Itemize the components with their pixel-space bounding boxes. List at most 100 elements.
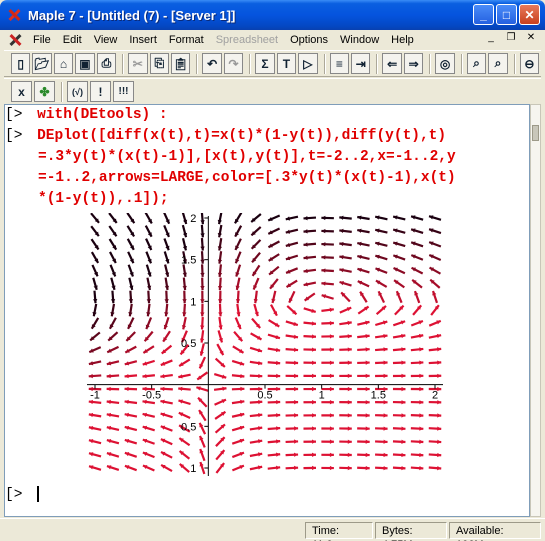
field-arrowhead	[365, 347, 370, 352]
copy-icon[interactable]: ⎘	[149, 53, 169, 74]
worksheet[interactable]: [> with(DEtools) : [> DEplot([diff(x(t),…	[4, 104, 530, 517]
input-line-3[interactable]: [>	[5, 485, 40, 506]
maple-leaf-icon[interactable]: ✤	[34, 81, 55, 102]
menu-edit[interactable]: Edit	[57, 34, 88, 46]
field-arrowhead	[200, 272, 205, 277]
scrollbar-thumb[interactable]	[532, 125, 539, 141]
menu-window[interactable]: Window	[334, 34, 385, 46]
stop-icon[interactable]: ◎	[435, 53, 455, 74]
insert-text-icon[interactable]: T	[276, 53, 297, 74]
field-arrowhead	[437, 360, 442, 365]
cut-icon[interactable]: ✂	[128, 53, 148, 74]
restart-icon[interactable]: ⊖	[519, 53, 540, 74]
paste-icon[interactable]: 📋︎	[170, 53, 191, 74]
menu-options[interactable]: Options	[284, 34, 334, 46]
open-url-icon[interactable]: ⌂	[53, 53, 74, 74]
indent-icon[interactable]: ⇥	[351, 53, 371, 74]
field-arrowhead	[321, 215, 326, 221]
field-arrowhead	[312, 439, 316, 444]
field-arrowhead	[200, 233, 205, 238]
forward-arrow-icon[interactable]: ⇒	[403, 53, 424, 74]
y-tick-label: 2	[190, 213, 196, 225]
redo-icon[interactable]: ↷	[223, 53, 244, 74]
field-arrowhead	[329, 465, 334, 471]
field-arrowhead	[293, 347, 299, 352]
undo-icon[interactable]: ↶	[202, 53, 222, 74]
field-arrowhead	[311, 465, 316, 471]
menu-help[interactable]: Help	[385, 34, 420, 46]
field-arrowhead	[321, 242, 326, 247]
doc-restore-button[interactable]: ❐	[503, 31, 519, 45]
open-folder-icon[interactable]: 📂︎	[32, 53, 52, 74]
input-line-1[interactable]: [> with(DEtools) :	[5, 105, 168, 126]
field-arrowhead	[365, 413, 370, 418]
vertical-scrollbar[interactable]	[530, 104, 541, 517]
field-arrowhead	[321, 228, 326, 234]
field-arrowhead	[294, 400, 299, 405]
field-arrowhead	[365, 334, 370, 339]
field-arrowhead	[401, 373, 406, 379]
window-title: Maple 7 - [Untitled (7) - [Server 1]]	[28, 7, 236, 23]
execute-icon[interactable]: ▷	[298, 53, 318, 74]
x-tick-label: -1	[90, 390, 100, 402]
menu-file[interactable]: File	[27, 34, 57, 46]
field-arrowhead	[276, 386, 281, 392]
menu-insert[interactable]: Insert	[123, 34, 163, 46]
field-arrowhead	[182, 299, 187, 304]
field-arrowhead	[217, 285, 223, 291]
minimize-button[interactable]: _	[473, 4, 494, 25]
field-arrowhead	[276, 360, 281, 366]
insert-prompt-icon[interactable]: ≡	[329, 53, 350, 74]
zoom-out-icon[interactable]: ⌕	[488, 53, 508, 74]
field-arrowhead	[419, 439, 424, 444]
field-arrowhead	[128, 299, 134, 304]
input-mode-button[interactable]: x	[11, 81, 32, 102]
new-file-icon[interactable]: ▯	[10, 53, 31, 74]
execute-all-button[interactable]: !!!	[113, 81, 134, 102]
field-arrowhead	[437, 452, 442, 458]
field-arrowhead	[437, 373, 442, 379]
code-line[interactable]: DEplot([diff(x(t),t)=x(t)*(1-y(t)),diff(…	[37, 128, 446, 144]
x-tick-label: 0.5	[257, 390, 272, 402]
field-arrowhead	[124, 386, 129, 392]
x-tick-label: 2	[432, 390, 438, 402]
back-arrow-icon[interactable]: ⇐	[382, 53, 402, 74]
menu-format[interactable]: Format	[163, 34, 210, 46]
print-icon[interactable]: ⎙	[96, 53, 117, 74]
zoom-in-icon[interactable]: ⌕	[466, 53, 487, 74]
close-button[interactable]: ✕	[519, 4, 540, 25]
field-arrowhead	[258, 412, 263, 418]
code-line[interactable]: *(1-y(t)),.1]);	[38, 189, 169, 210]
field-arrowhead	[401, 452, 406, 458]
y-tick-label: 1	[190, 463, 196, 475]
save-icon[interactable]: ▣	[75, 53, 95, 74]
code-line[interactable]: =.3*y(t)*(x(t)-1)],[x(t),y(t)],t=-2..2,x…	[38, 147, 456, 168]
field-arrowhead	[437, 466, 442, 471]
deplot-vector-field[interactable]: -1 -0.5 0.5 1 1.5 2 2 1.5 1 0.5 0.5 1	[85, 213, 455, 483]
field-arrowhead	[200, 259, 205, 264]
execute-once-button[interactable]: !	[90, 81, 111, 102]
field-arrowhead	[419, 400, 424, 405]
field-arrowhead	[312, 426, 316, 431]
field-arrowhead	[401, 413, 406, 418]
field-arrowhead	[329, 360, 334, 365]
main-toolbar: ▯ 📂︎ ⌂ ▣ ⎙ ✂ ⎘ 📋︎ ↶ ↷ Σ T ▷ ≡ ⇥ ⇐ ⇒ ◎ ⌕ …	[4, 50, 541, 77]
field-arrowhead	[311, 347, 316, 352]
field-arrowhead	[365, 400, 370, 405]
maple-app-icon[interactable]	[6, 7, 22, 23]
code-line[interactable]: =-1..2,arrows=LARGE,color=[.3*y(t)*(x(t)…	[38, 168, 456, 189]
menu-view[interactable]: View	[88, 34, 124, 46]
document-icon[interactable]	[7, 32, 23, 48]
field-arrowhead	[200, 286, 205, 291]
doc-close-button[interactable]: ✕	[523, 31, 539, 45]
field-arrowhead	[294, 373, 299, 379]
menu-spreadsheet[interactable]: Spreadsheet	[210, 34, 284, 46]
field-arrowhead	[218, 312, 223, 317]
doc-minimize-button[interactable]: _	[483, 31, 499, 45]
validate-button[interactable]: (√)	[67, 81, 88, 102]
field-arrowhead	[401, 426, 406, 431]
maximize-button[interactable]: □	[496, 4, 517, 25]
field-arrowhead	[419, 386, 424, 392]
code-with-detools[interactable]: with(DEtools) :	[37, 107, 168, 123]
insert-math-icon[interactable]: Σ	[255, 53, 275, 74]
